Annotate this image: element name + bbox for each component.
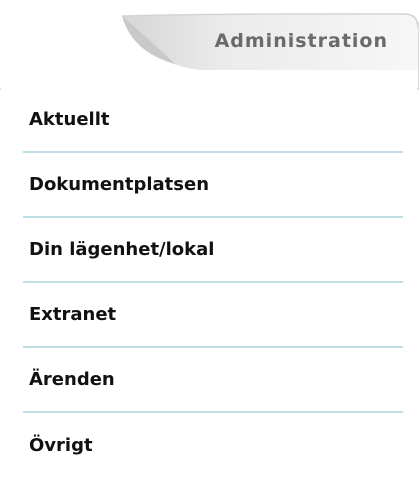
menu-item-arenden[interactable]: Ärenden [23,348,403,413]
menu-item-label: Aktuellt [29,109,110,130]
menu-item-dokumentplatsen[interactable]: Dokumentplatsen [23,153,403,218]
menu-item-aktuellt[interactable]: Aktuellt [23,88,403,153]
menu-item-label: Övrigt [29,435,93,456]
menu-item-din-lagenhet-lokal[interactable]: Din lägenhet/lokal [23,218,403,283]
menu-item-extranet[interactable]: Extranet [23,283,403,348]
menu-item-label: Extranet [29,304,117,325]
menu-item-label: Dokumentplatsen [29,174,210,195]
menu-item-label: Ärenden [29,369,115,390]
main-menu: Aktuellt Dokumentplatsen Din lägenhet/lo… [23,88,403,478]
admin-tab-title[interactable]: Administration [215,30,388,52]
menu-item-label: Din lägenhet/lokal [29,239,215,260]
menu-item-ovrigt[interactable]: Övrigt [23,413,403,478]
admin-menu-panel: Administration Aktuellt Dokumentplatsen … [0,0,420,487]
